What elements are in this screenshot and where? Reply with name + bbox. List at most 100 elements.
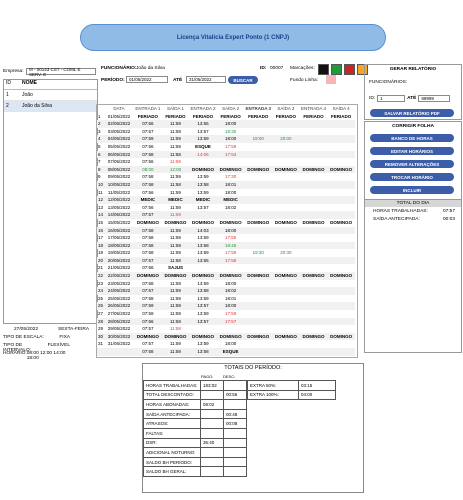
punch-cell[interactable]: 11:59 <box>162 173 190 181</box>
punch-cell[interactable]: 18:01 <box>217 295 245 303</box>
punch-cell[interactable] <box>244 189 272 197</box>
punch-cell[interactable] <box>299 256 328 265</box>
punch-cell[interactable]: 18:00 <box>217 280 245 288</box>
table-row[interactable]: 18 18/05/2022 07:58 11:59 13:58 18:45 <box>97 241 355 250</box>
punch-cell[interactable]: DOMINGO <box>134 272 162 280</box>
punch-cell[interactable]: FERIADO <box>272 113 300 121</box>
table-row[interactable]: 22 22/05/2022 DOMINGO DOMINGO DOMINGO DOMINGO… <box>97 272 355 280</box>
punch-cell[interactable] <box>327 295 355 303</box>
punch-cell[interactable]: DOMINGO <box>272 332 300 341</box>
punch-cell[interactable]: 07:57 <box>134 340 162 348</box>
punch-cell[interactable] <box>244 256 273 265</box>
punch-cell[interactable] <box>327 302 355 311</box>
punch-cell[interactable]: 07:57 <box>134 256 162 265</box>
table-row[interactable]: 28 28/05/2022 07:56 11:58 13:57 17:57 <box>97 317 355 326</box>
punch-cell[interactable]: 17:55 <box>217 234 245 242</box>
punch-cell[interactable]: DOMINGO <box>161 332 190 341</box>
table-row[interactable]: 30 30/05/2022 DOMINGO DOMINGO DOMINGO DOMINGO… <box>97 332 355 341</box>
punch-cell[interactable]: DOMINGO <box>134 219 162 227</box>
punch-cell[interactable] <box>327 196 355 204</box>
punch-cell[interactable]: 18:30 <box>217 128 245 136</box>
punch-cell[interactable]: 18:01 <box>216 180 245 189</box>
punch-cell[interactable] <box>299 287 328 295</box>
punch-cell[interactable]: 07:56 <box>134 317 162 326</box>
punch-cell[interactable] <box>272 211 300 219</box>
punch-cell[interactable] <box>244 234 272 242</box>
punch-cell[interactable]: 17:59 <box>217 310 245 318</box>
table-row[interactable]: 23 23/05/2022 07:58 11:59 13:59 18:00 <box>97 280 355 288</box>
punch-cell[interactable] <box>327 135 355 143</box>
punch-cell[interactable]: 11:58 <box>161 256 190 265</box>
punch-cell[interactable]: SAJUS <box>162 264 190 272</box>
save-pdf-button[interactable]: SALVAR RELATÓRIO PDF <box>370 109 454 117</box>
punch-cell[interactable] <box>327 226 355 235</box>
punch-cell[interactable] <box>300 280 328 288</box>
punch-cell[interactable] <box>327 317 355 326</box>
punch-cell[interactable] <box>189 211 217 219</box>
punch-cell[interactable]: 13:55 <box>189 120 217 128</box>
punch-cell[interactable]: 19:30 <box>244 249 272 257</box>
punch-cell[interactable] <box>272 348 300 356</box>
id-to-input[interactable]: 99999 <box>418 95 451 102</box>
punch-cell[interactable] <box>244 287 273 295</box>
punch-cell[interactable]: 07:58 <box>134 348 162 356</box>
punch-cell[interactable] <box>299 226 328 235</box>
punch-cell[interactable]: FERIADO <box>300 113 328 121</box>
punch-cell[interactable] <box>327 256 355 265</box>
punch-cell[interactable]: 18:02 <box>217 204 245 212</box>
punch-cell[interactable]: 11:59 <box>162 340 190 348</box>
punch-cell[interactable] <box>327 150 355 159</box>
punch-cell[interactable]: 13:59 <box>189 135 217 143</box>
table-row[interactable]: 31 31/05/2022 07:57 11:59 13:59 18:00 <box>97 340 355 348</box>
punch-cell[interactable] <box>217 325 245 333</box>
punch-cell[interactable]: 11:59 <box>161 211 190 219</box>
punch-cell[interactable] <box>299 196 328 204</box>
punch-cell[interactable]: DOMINGO <box>244 219 272 227</box>
correct-action-button[interactable]: TROCAR HORÁRIO <box>370 173 454 181</box>
punch-cell[interactable] <box>272 325 300 333</box>
punch-cell[interactable] <box>244 295 272 303</box>
punch-cell[interactable] <box>327 128 355 136</box>
punch-cell[interactable]: 13:57 <box>189 128 217 136</box>
punch-cell[interactable]: 18:00 <box>216 135 245 143</box>
punch-cell[interactable] <box>244 264 272 272</box>
punch-cell[interactable]: FERIADO <box>244 113 272 121</box>
punch-cell[interactable] <box>327 264 355 272</box>
punch-cell[interactable]: 11:59 <box>162 234 190 242</box>
punch-cell[interactable]: 13:59 <box>189 280 217 288</box>
punch-cell[interactable] <box>272 234 300 242</box>
punch-cell[interactable] <box>272 310 300 318</box>
punch-cell[interactable] <box>299 150 328 159</box>
punch-cell[interactable] <box>327 173 355 181</box>
punch-cell[interactable] <box>272 295 300 303</box>
punch-cell[interactable]: 07:58 <box>134 249 162 257</box>
employee-list[interactable]: ID NOME 1 João 2 João da Silva <box>3 79 98 324</box>
punch-cell[interactable]: 20:00 <box>272 135 300 143</box>
punch-cell[interactable]: 07:57 <box>134 128 162 136</box>
punch-cell[interactable]: 14:03 <box>189 226 217 235</box>
punch-cell[interactable] <box>300 158 328 166</box>
punch-cell[interactable] <box>244 150 273 159</box>
employee-row[interactable]: 2 João da Silva <box>4 101 97 112</box>
punch-cell[interactable] <box>327 241 355 250</box>
punch-cell[interactable] <box>327 249 355 257</box>
punch-cell[interactable] <box>272 256 300 265</box>
punch-cell[interactable] <box>244 158 272 166</box>
punch-cell[interactable]: 07:57 <box>134 211 162 219</box>
punch-cell[interactable]: 13:57 <box>189 302 217 311</box>
table-row[interactable]: 16 16/05/2022 07:58 11:59 14:03 18:00 <box>97 226 355 235</box>
punch-cell[interactable]: 18:00 <box>217 340 245 348</box>
punch-cell[interactable]: 13:58 <box>189 348 217 356</box>
punch-cell[interactable]: 11:59 <box>161 135 190 143</box>
punch-cell[interactable]: 17:53 <box>216 150 245 159</box>
punch-cell[interactable] <box>189 325 217 333</box>
punch-cell[interactable]: 11:59 <box>162 310 190 318</box>
punch-cell[interactable]: 11:59 <box>162 128 190 136</box>
correct-action-button[interactable]: BANCO DE HORAS <box>370 134 454 142</box>
punch-cell[interactable]: 07:56 <box>134 189 162 197</box>
punch-cell[interactable] <box>244 226 273 235</box>
correct-action-button[interactable]: INCLUIR <box>370 186 454 194</box>
punch-cell[interactable]: 07:56 <box>134 143 162 151</box>
color-swatch[interactable] <box>344 64 355 75</box>
empresa-select[interactable]: 0I - 00143 CST - COML E SERV. E <box>26 67 96 77</box>
